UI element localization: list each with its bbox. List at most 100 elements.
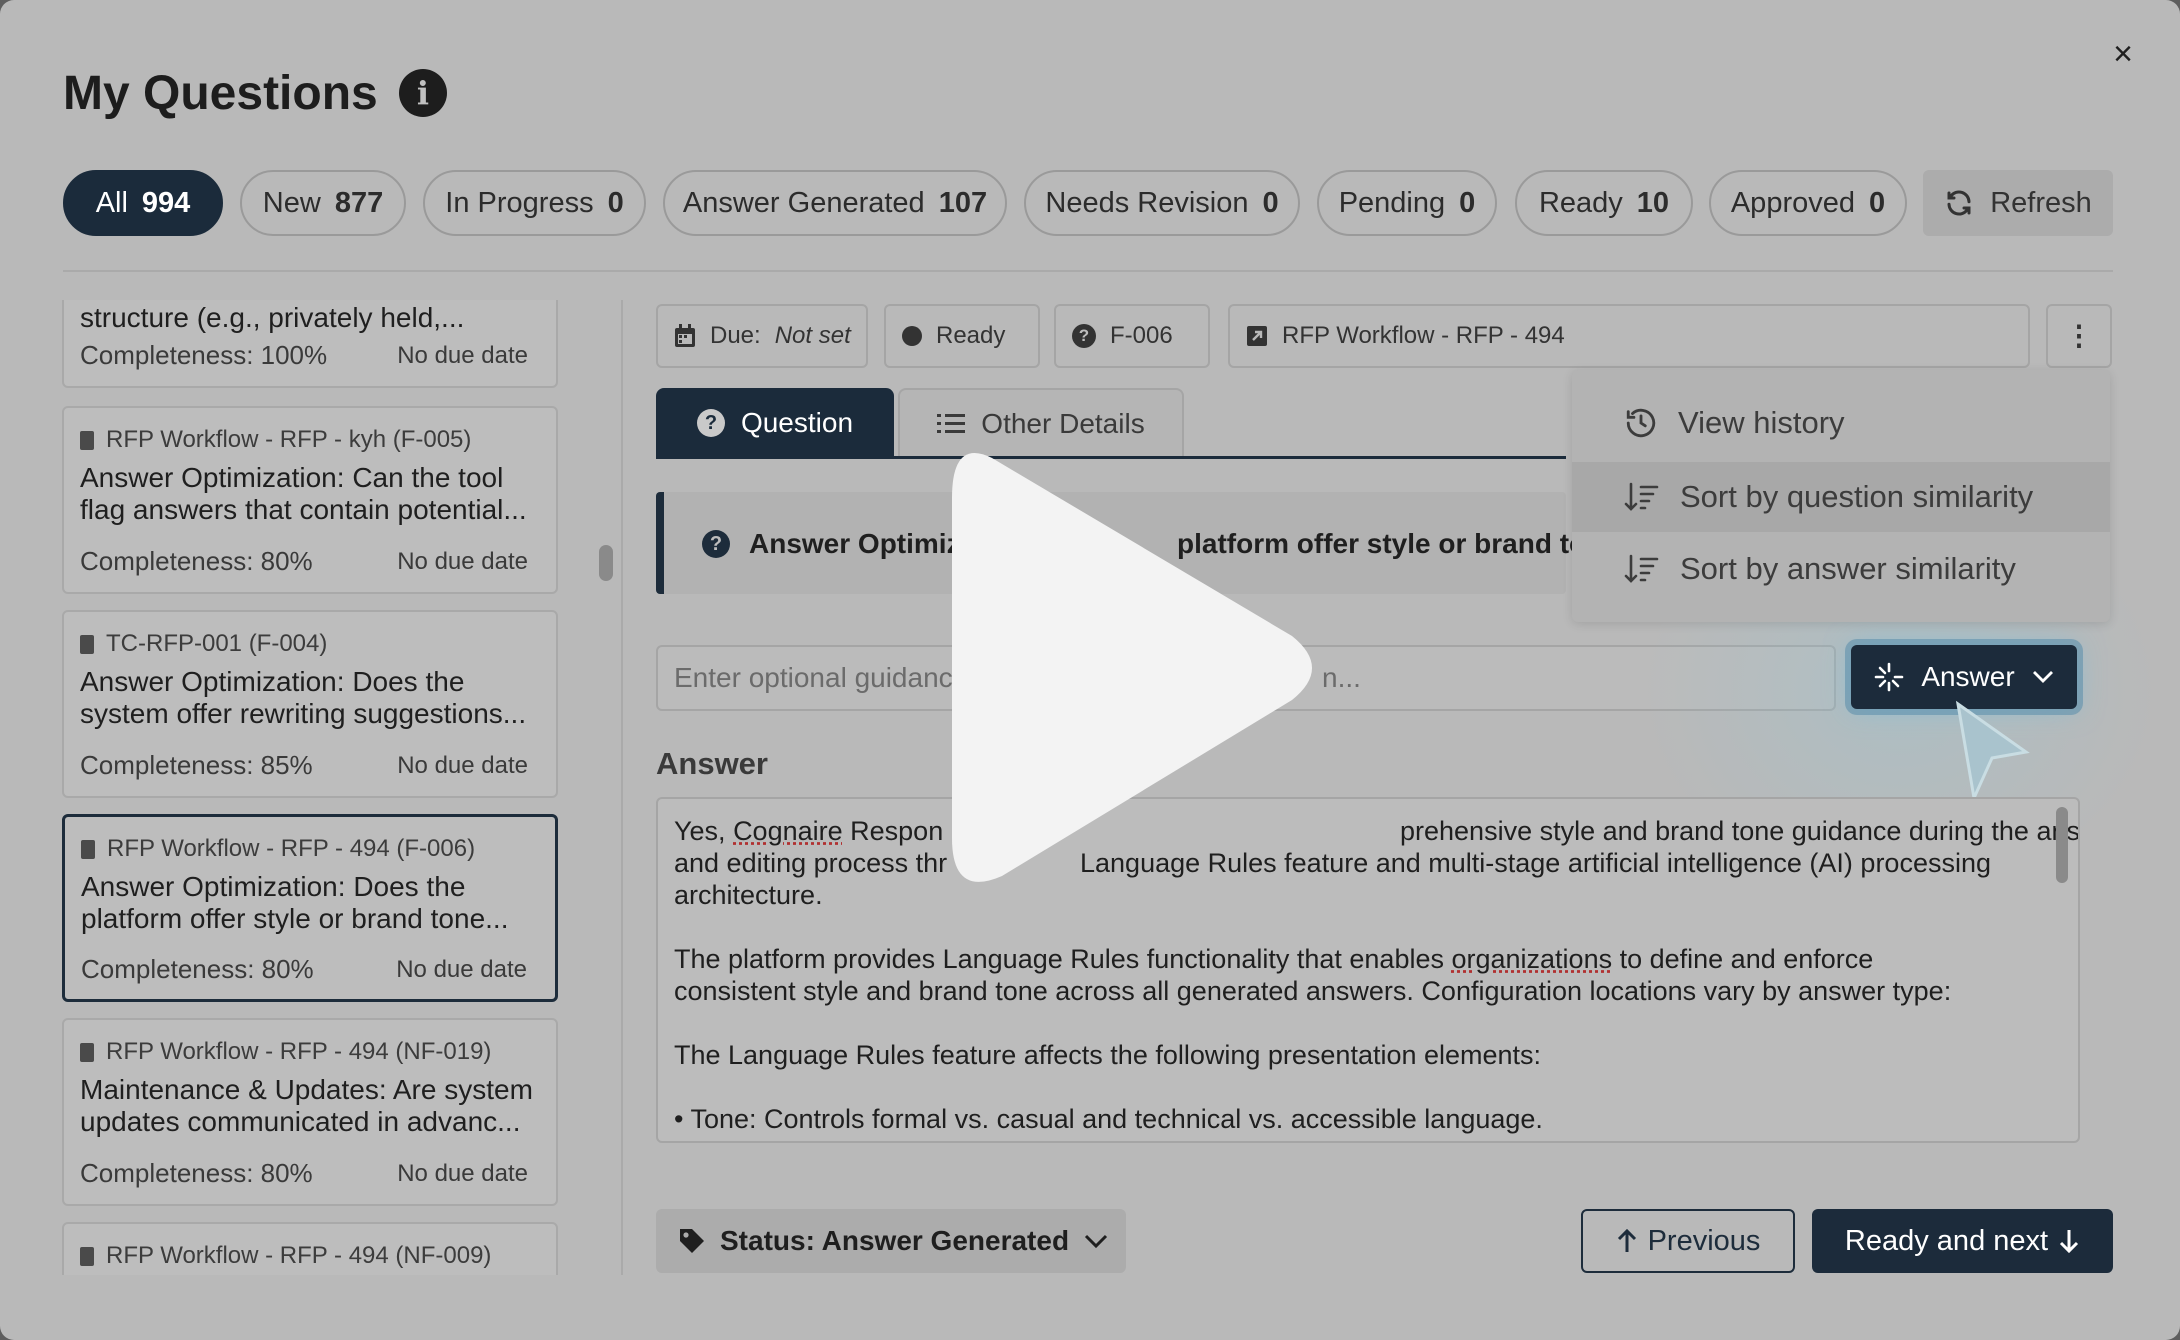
document-icon [80, 1246, 94, 1266]
filter-new[interactable]: New 877 [240, 170, 406, 236]
answer-line: consistent style and brand tone across a… [674, 976, 1952, 1006]
column-divider [621, 300, 623, 1275]
list-scrollbar[interactable] [599, 545, 613, 581]
answer-text: The platform provides Language Rules fun… [674, 944, 1452, 974]
previous-button[interactable]: Previous [1581, 1209, 1795, 1273]
menu-item-sort-answer[interactable]: Sort by answer similarity [1572, 534, 2110, 604]
list-item[interactable]: TC-RFP-001 (F-004) Answer Optimization: … [62, 610, 558, 798]
header-divider [63, 270, 2113, 272]
document-icon [80, 430, 94, 450]
menu-label: View history [1678, 405, 1845, 440]
history-icon [1626, 408, 1656, 438]
question-title: structure (e.g., privately held,... [80, 302, 465, 333]
answer-text: and editing process thr [674, 848, 948, 878]
answer-text: prehensive style and brand tone guidance… [1400, 816, 2078, 846]
tab-other-label: Other Details [981, 408, 1145, 439]
options-menu: View history Sort by question similarity… [1572, 370, 2110, 622]
answer-text-spellcheck: organizations [1451, 944, 1613, 974]
tab-question-label: Question [740, 407, 854, 438]
completeness: Completeness: 85% [80, 750, 313, 780]
question-mark-icon: ? [1072, 324, 1096, 348]
completeness: Completeness: 100% [80, 340, 328, 370]
source-label: RFP Workflow - RFP - kyh (F-005) [106, 426, 472, 453]
play-icon[interactable] [952, 438, 1332, 898]
close-icon[interactable]: × [2105, 36, 2141, 72]
menu-item-sort-question[interactable]: Sort by question similarity [1572, 462, 2110, 532]
menu-item-view-history[interactable]: View history [1572, 388, 2110, 458]
ready-and-next-button[interactable]: Ready and next [1812, 1209, 2113, 1273]
answer-line: and editing process thr Language Rules f… [674, 847, 2034, 879]
answer-textarea[interactable]: Yes, Cognaire Respon prehensive style an… [656, 797, 2080, 1143]
list-item[interactable]: structure (e.g., privately held,... Comp… [62, 300, 558, 388]
filter-label: Ready [1538, 186, 1623, 219]
cursor-pointer-icon [1955, 700, 2030, 800]
tab-question[interactable]: ? Question [656, 388, 894, 458]
refresh-button[interactable]: Refresh [1923, 170, 2113, 236]
list-item[interactable]: RFP Workflow - RFP - 494 (NF-019) Mainte… [62, 1018, 558, 1206]
filter-count: 0 [1459, 186, 1476, 219]
answer-button-label: Answer [1921, 661, 2015, 692]
answer-line: The platform provides Language Rules fun… [674, 943, 2034, 975]
filter-count: 10 [1636, 186, 1670, 219]
question-list[interactable]: structure (e.g., privately held,... Comp… [62, 300, 562, 1275]
filter-label: In Progress [445, 186, 594, 219]
due-date: No due date [397, 342, 528, 369]
answer-line: architecture. [674, 880, 823, 910]
filter-count: 0 [1262, 186, 1279, 219]
due-date: No due date [397, 752, 528, 779]
status-chip-label: Ready [936, 322, 1006, 349]
due-value: Not set [774, 322, 851, 349]
list-item[interactable]: RFP Workflow - RFP - kyh (F-005) Answer … [62, 406, 558, 594]
due-date: No due date [397, 548, 528, 575]
question-source: RFP Workflow - RFP - 494 (F-006) [81, 835, 475, 863]
status-dropdown-label: Status: Answer Generated [720, 1225, 1070, 1256]
info-icon[interactable]: i [399, 69, 447, 117]
status-dot-icon [902, 326, 922, 346]
status-dropdown[interactable]: Status: Answer Generated [656, 1209, 1126, 1273]
refresh-icon [1947, 190, 1971, 216]
filter-answer-generated[interactable]: Answer Generated 107 [663, 170, 1007, 236]
answer-text: to define and enforce [1612, 944, 1874, 974]
filter-in-progress[interactable]: In Progress 0 [423, 170, 646, 236]
source-label: RFP Workflow - RFP - 494 (F-006) [107, 835, 476, 862]
sort-icon [1624, 554, 1659, 583]
menu-label: Sort by answer similarity [1680, 551, 2016, 586]
sparkle-icon [1875, 662, 1904, 692]
question-title: Answer Optimization: Can the tool flag a… [80, 462, 527, 525]
list-item-selected[interactable]: RFP Workflow - RFP - 494 (F-006) Answer … [62, 814, 558, 1002]
question-source: TC-RFP-001 (F-004) [80, 630, 327, 658]
list-item[interactable]: RFP Workflow - RFP - 494 (NF-009) [62, 1222, 558, 1275]
filter-approved[interactable]: Approved 0 [1709, 170, 1907, 236]
document-icon [80, 634, 94, 654]
filter-count: 0 [1869, 186, 1886, 219]
due-date: No due date [397, 1160, 528, 1187]
source-label: RFP Workflow - RFP - 494 (NF-019) [106, 1038, 492, 1065]
document-icon [80, 1042, 94, 1062]
filter-label: Approved [1730, 186, 1855, 219]
filter-needs-revision[interactable]: Needs Revision 0 [1024, 170, 1300, 236]
filter-pending[interactable]: Pending 0 [1317, 170, 1497, 236]
answer-scrollbar[interactable] [2056, 807, 2068, 883]
question-circle-icon: ? [696, 409, 725, 437]
arrow-up-icon [1617, 1228, 1636, 1252]
refresh-label: Refresh [1990, 186, 2092, 219]
question-source: RFP Workflow - RFP - 494 (NF-019) [80, 1038, 491, 1066]
answer-paragraph: Yes, Cognaire Respon prehensive style an… [674, 815, 2078, 847]
filter-label: Answer Generated [682, 186, 925, 219]
due-date: No due date [396, 956, 527, 983]
menu-label: Sort by question similarity [1680, 479, 2034, 514]
guidance-placeholder: Enter optional guidanc [674, 662, 953, 693]
answer-heading: Answer [656, 746, 768, 781]
arrow-down-icon [2060, 1230, 2079, 1254]
tag-icon [680, 1229, 704, 1253]
status-chip: Ready [884, 304, 1040, 368]
external-link-icon [1247, 326, 1267, 346]
chevron-down-icon [2032, 671, 2053, 683]
project-chip[interactable]: RFP Workflow - RFP - 494 [1228, 304, 2030, 368]
more-options-button[interactable]: ⋮ [2046, 304, 2112, 368]
question-title: Answer Optimization: Does the platform o… [81, 871, 509, 934]
sort-icon [1624, 482, 1659, 511]
filter-ready[interactable]: Ready 10 [1515, 170, 1693, 236]
page-title: My Questions [63, 67, 378, 120]
filter-all[interactable]: All 994 [63, 170, 223, 236]
